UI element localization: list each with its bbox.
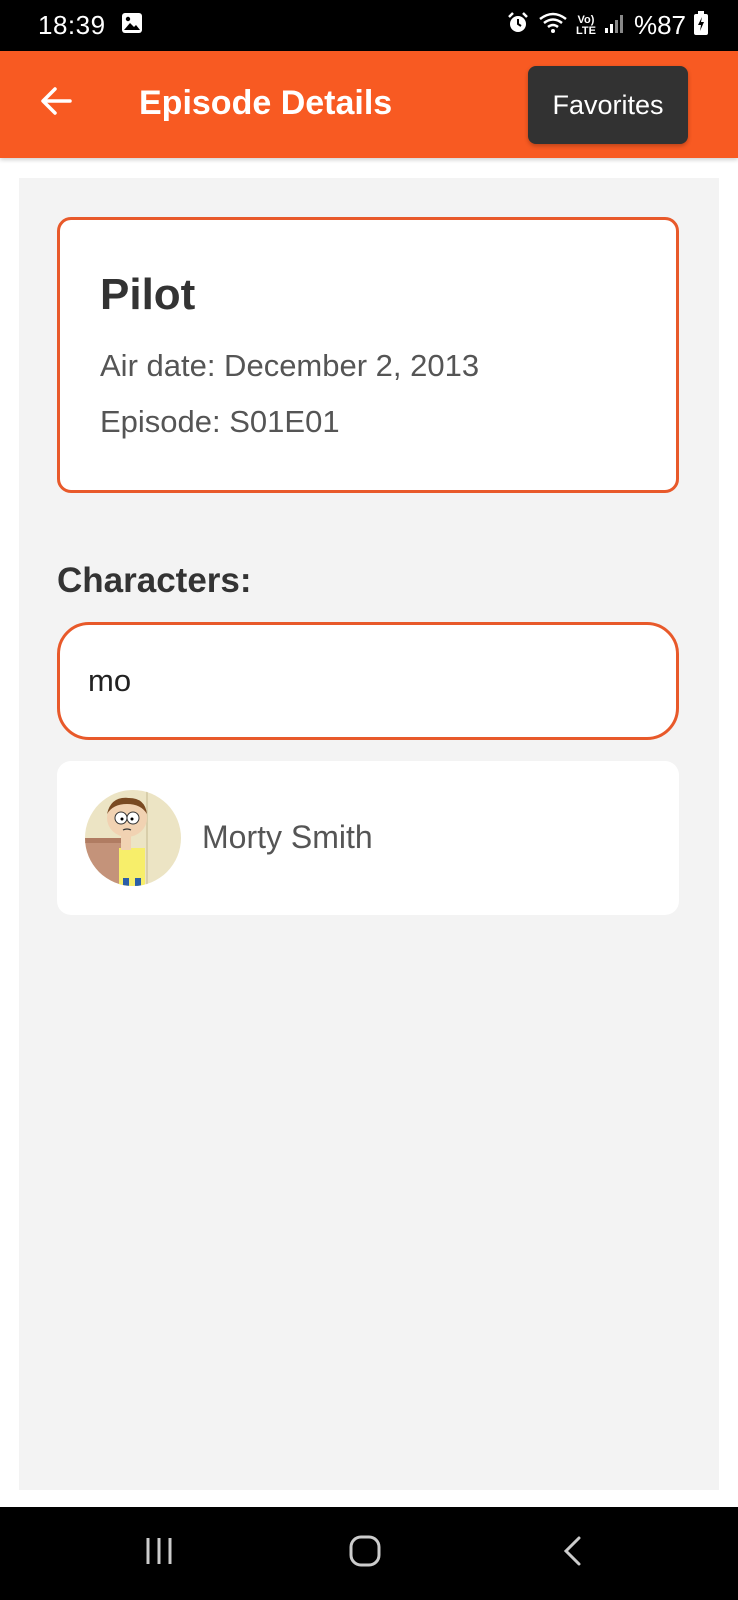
alarm-icon bbox=[506, 11, 530, 40]
app-bar: Episode Details Favorites bbox=[0, 51, 738, 158]
favorites-button[interactable]: Favorites bbox=[528, 66, 688, 144]
content-panel: Pilot Air date: December 2, 2013 Episode… bbox=[19, 178, 719, 1490]
system-nav-bar bbox=[0, 1507, 738, 1600]
status-time: 18:39 bbox=[38, 10, 106, 40]
recents-icon bbox=[143, 1535, 175, 1572]
signal-icon bbox=[604, 12, 626, 39]
episode-card: Pilot Air date: December 2, 2013 Episode… bbox=[57, 217, 679, 493]
nav-recents-button[interactable] bbox=[129, 1527, 189, 1579]
page-title: Episode Details bbox=[139, 84, 393, 122]
chevron-left-icon bbox=[557, 1535, 589, 1572]
characters-heading: Characters: bbox=[57, 561, 252, 600]
character-list-item[interactable]: Morty Smith bbox=[57, 761, 679, 915]
morty-avatar bbox=[85, 790, 181, 886]
status-right: Vo) LTE %87 bbox=[506, 10, 708, 41]
battery-charging-icon bbox=[694, 11, 708, 40]
battery-percent: %87 bbox=[633, 10, 686, 40]
character-search-input[interactable] bbox=[57, 622, 679, 740]
back-button[interactable] bbox=[34, 81, 78, 125]
image-icon bbox=[120, 11, 144, 40]
episode-code: Episode: S01E01 bbox=[100, 404, 340, 439]
volte-indicator: Vo) LTE bbox=[575, 14, 596, 37]
status-bar: 18:39 Vo) LTE %87 bbox=[0, 0, 738, 51]
arrow-left-icon bbox=[39, 84, 73, 123]
wifi-icon bbox=[538, 11, 568, 40]
episode-air-date: Air date: December 2, 2013 bbox=[100, 348, 480, 383]
volte-line2: LTE bbox=[575, 24, 596, 37]
episode-name: Pilot bbox=[100, 270, 196, 319]
screen: 18:39 Vo) LTE %87 Episode Details Favori… bbox=[0, 0, 738, 1600]
character-name: Morty Smith bbox=[202, 819, 373, 855]
status-left: 18:39 bbox=[38, 10, 144, 41]
nav-home-button[interactable] bbox=[335, 1527, 395, 1579]
nav-back-button[interactable] bbox=[543, 1527, 603, 1579]
home-icon bbox=[348, 1534, 382, 1573]
